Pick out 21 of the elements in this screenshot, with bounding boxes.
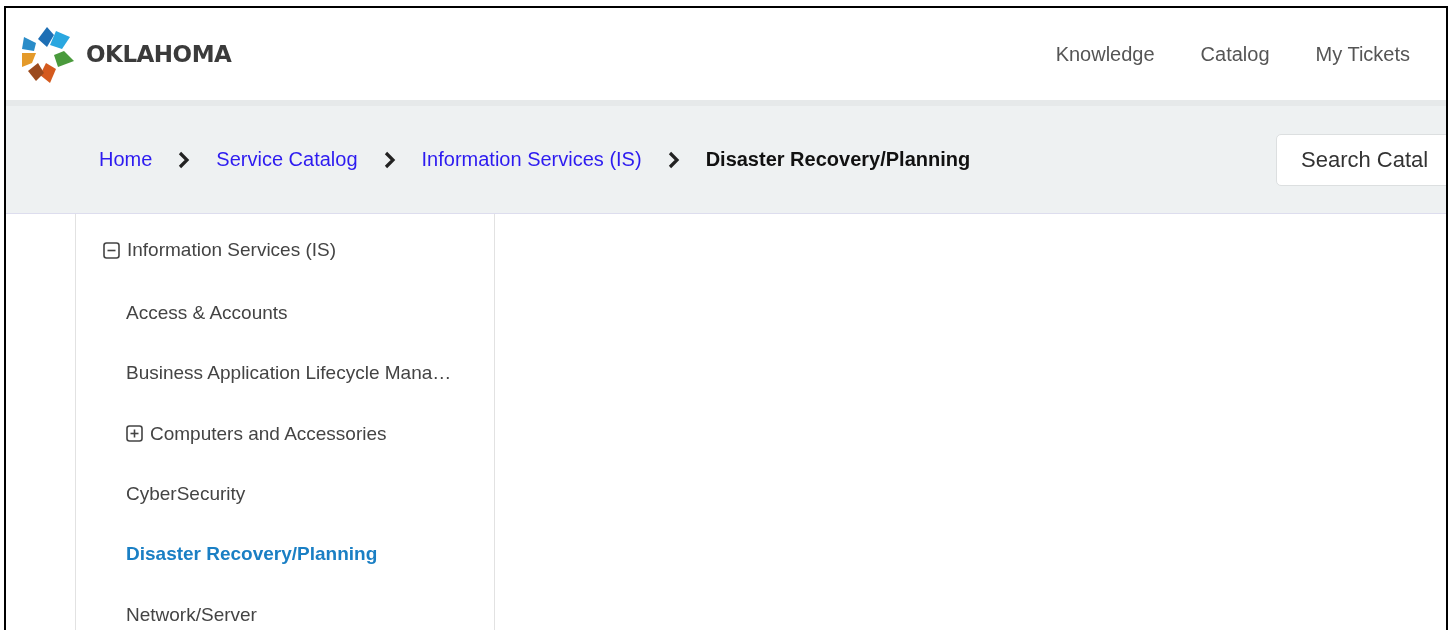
tree-item[interactable]: Disaster Recovery/Planning: [126, 543, 378, 566]
nav-link[interactable]: Knowledge: [1055, 42, 1155, 66]
expand-icon[interactable]: [126, 425, 143, 443]
current-page-label: Disaster Recovery/Planning: [705, 148, 971, 171]
breadcrumb-link[interactable]: Home: [99, 148, 153, 171]
collapse-icon[interactable]: [103, 241, 120, 259]
brand-name: OKLAHOMA: [86, 41, 232, 67]
tree-item[interactable]: Computers and Accessories: [150, 422, 387, 445]
tree-item[interactable]: Information Services (IS): [127, 239, 337, 261]
tree-item[interactable]: Network/Server: [126, 603, 257, 626]
tree-item[interactable]: Access & Accounts: [126, 302, 288, 325]
chevron-right-icon: [178, 150, 191, 169]
breadcrumb-link[interactable]: Information Services (IS): [421, 148, 642, 171]
chevron-right-icon: [667, 150, 680, 169]
nav-link[interactable]: Catalog: [1200, 42, 1270, 66]
breadcrumb-link[interactable]: Service Catalog: [216, 148, 358, 171]
chevron-right-icon: [383, 150, 396, 169]
tree-item[interactable]: Business Application Lifecycle Mana…: [126, 362, 452, 385]
nav-link[interactable]: My Tickets: [1315, 42, 1410, 66]
tree-item[interactable]: CyberSecurity: [126, 483, 246, 506]
search-field[interactable]: Search Catal: [1276, 133, 1446, 186]
